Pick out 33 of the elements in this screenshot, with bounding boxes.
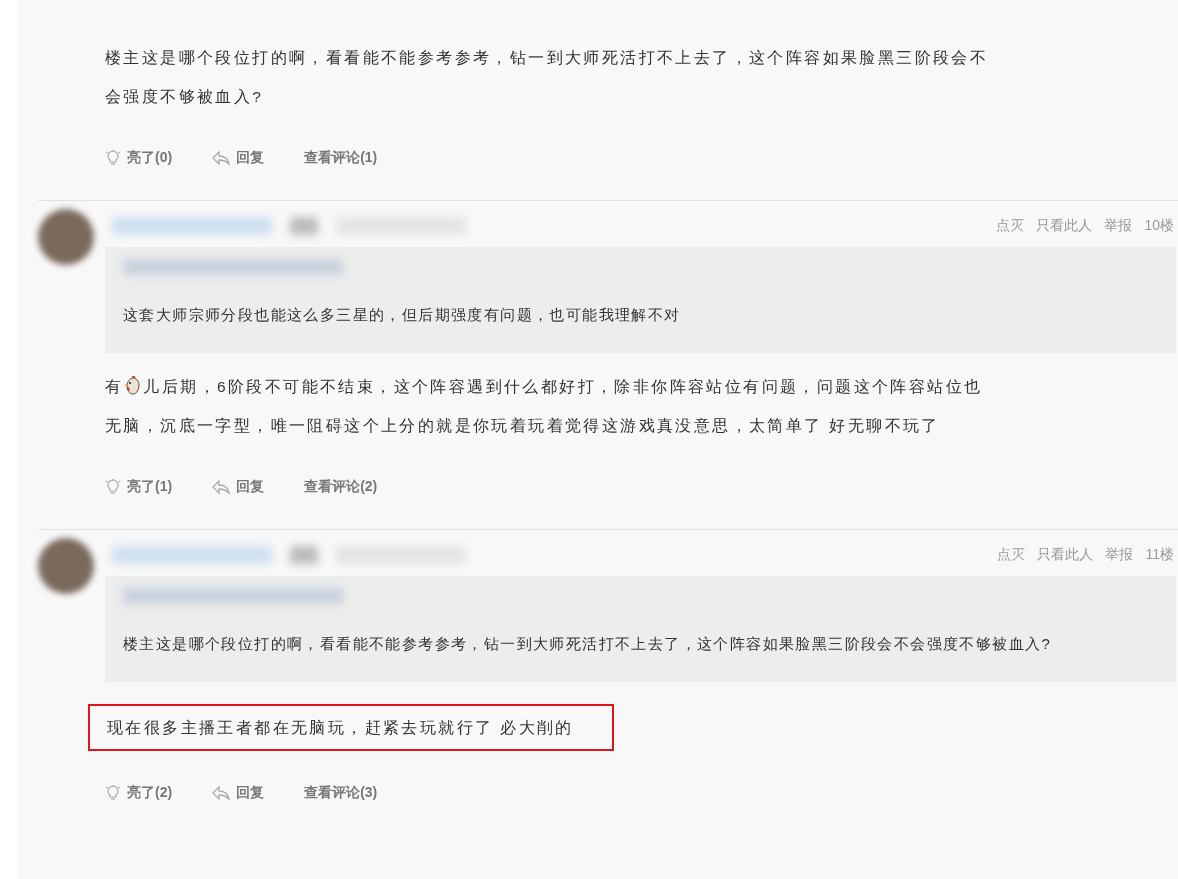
reply-link[interactable]: 回复	[212, 784, 265, 802]
post-menu-link[interactable]: 只看此人	[1036, 217, 1093, 235]
blurred-badge	[290, 217, 318, 235]
reply-arrow-icon	[212, 479, 231, 495]
like-link[interactable]: 亮了(1)	[105, 478, 173, 496]
post-menu-link[interactable]: 只看此人	[1037, 546, 1094, 564]
reply-link[interactable]: 回复	[212, 149, 265, 167]
view-comments-link[interactable]: 查看评论(1)	[304, 149, 378, 167]
lightbulb-icon	[105, 150, 121, 166]
view-comments-link[interactable]: 查看评论(2)	[304, 478, 378, 496]
view-comments-link[interactable]: 查看评论(3)	[304, 784, 378, 802]
reply-text: 有 儿后期，6阶段不可能不结束，这个阵容遇到什么都好打，除非你阵容站位有问题，问题这个阵容站位也无脑，沉底一字型，唯一阻碍这个上分的就是你玩着玩着觉得这游戏真没意思，太简单了 好无聊不玩了	[105, 375, 984, 436]
like-link[interactable]: 亮了(0)	[105, 149, 173, 167]
blurred-avatar	[38, 538, 94, 594]
highlighted-reply-text: 现在很多主播王者都在无脑玩，赶紧去玩就行了 必大削的	[88, 704, 614, 751]
reply-link[interactable]: 回复	[212, 478, 265, 496]
lightbulb-icon	[105, 479, 121, 495]
reply-text: 楼主这是哪个段位打的啊，看看能不能参考参考，钻一到大师死活打不上去了，这个阵容如果脸黑三阶段会不会强度不够被血入?	[105, 48, 990, 107]
floor-number: 11楼	[1145, 546, 1174, 564]
blurred-avatar	[38, 209, 94, 265]
like-link[interactable]: 亮了(2)	[105, 784, 173, 802]
quote-text: 这套大师宗师分段也能这么多三星的，但后期强度有问题，也可能我理解不对	[123, 305, 682, 325]
post-menu-link[interactable]: 点灭	[997, 546, 1026, 564]
blurred-badge	[290, 546, 318, 564]
post-menu-link[interactable]: 举报	[1104, 217, 1133, 235]
post-menu-link[interactable]: 举报	[1105, 546, 1134, 564]
reply-arrow-icon	[212, 150, 231, 166]
reply-arrow-icon	[212, 785, 231, 801]
post-menu-link[interactable]: 点灭	[996, 217, 1025, 235]
lightbulb-icon	[105, 785, 121, 801]
chicken-emoji-icon	[124, 376, 143, 396]
quote-text: 楼主这是哪个段位打的啊，看看能不能参考参考，钻一到大师死活打不上去了，这个阵容如果脸黑三阶段会不会强度不够被血入?	[123, 634, 1053, 654]
floor-number: 10楼	[1144, 217, 1174, 235]
